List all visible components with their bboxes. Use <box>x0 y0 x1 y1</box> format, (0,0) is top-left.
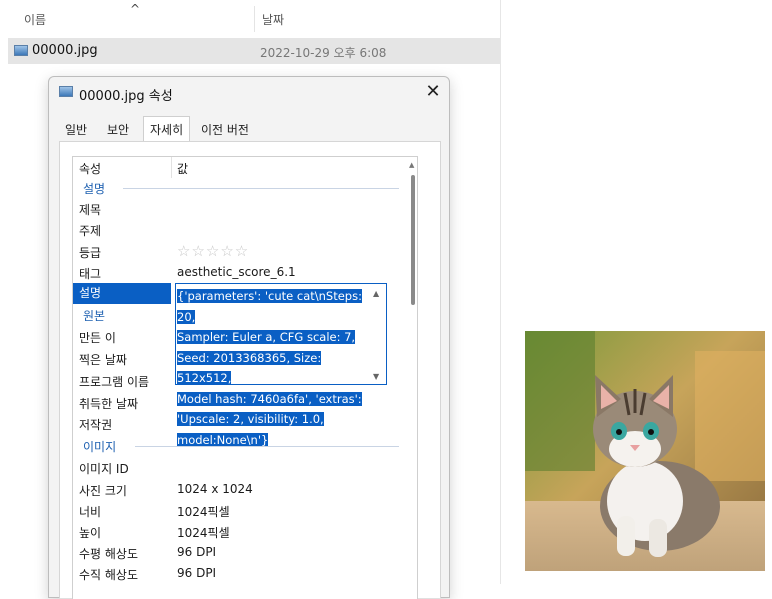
row-key: 높이 <box>79 526 102 540</box>
row-author[interactable]: 만든 이 <box>73 326 403 347</box>
row-key: 수평 해상도 <box>79 547 139 561</box>
property-column-header[interactable]: 속성 <box>79 160 101 177</box>
row-key: 프로그램 이름 <box>79 375 150 389</box>
tab-security[interactable]: 보안 <box>101 119 135 141</box>
rating-stars-icon[interactable]: ☆☆☆☆☆ <box>177 242 249 260</box>
row-title[interactable]: 제목 <box>73 198 403 219</box>
row-dimensions[interactable]: 사진 크기 1024 x 1024 <box>73 479 403 500</box>
image-file-icon <box>59 86 73 97</box>
row-key: 너비 <box>79 505 102 519</box>
file-date: 2022-10-29 오후 6:08 <box>260 46 387 60</box>
row-height[interactable]: 높이 1024픽셀 <box>73 521 403 542</box>
file-name: 00000.jpg <box>32 43 98 58</box>
properties-dialog: 00000.jpg 속성 ✕ 일반 보안 자세히 이전 버전 속성 값 설명 제… <box>48 76 450 599</box>
row-key: 설명 <box>73 283 171 304</box>
value-column-header[interactable]: 값 <box>177 160 188 177</box>
section-label: 설명 <box>83 182 106 196</box>
row-value: 96 DPI <box>177 566 217 580</box>
image-file-icon <box>14 45 28 56</box>
row-key: 제목 <box>79 203 102 217</box>
row-date-taken[interactable]: 찍은 날짜 <box>73 348 403 369</box>
row-h-resolution[interactable]: 수평 해상도 96 DPI <box>73 542 403 563</box>
close-icon: ✕ <box>425 81 441 102</box>
row-key: 만든 이 <box>79 331 116 345</box>
row-date-acquired[interactable]: 취득한 날짜 <box>73 392 403 413</box>
row-key: 저작권 <box>79 418 113 432</box>
scroll-up-icon[interactable]: ▲ <box>409 161 414 169</box>
section-divider <box>123 188 399 189</box>
row-image-id[interactable]: 이미지 ID <box>73 457 403 478</box>
close-button[interactable]: ✕ <box>421 81 445 103</box>
row-key: 취득한 날짜 <box>79 397 139 411</box>
row-key: 사진 크기 <box>79 484 127 498</box>
dialog-title: 00000.jpg 속성 <box>79 89 173 104</box>
property-list[interactable]: 속성 값 설명 제목 주제 등급 ☆☆☆☆☆ 태그 aesthetic_scor… <box>72 156 418 599</box>
section-image: 이미지 <box>73 435 403 456</box>
row-key: 태그 <box>79 267 102 281</box>
row-v-resolution[interactable]: 수직 해상도 96 DPI <box>73 563 403 584</box>
row-program[interactable]: 프로그램 이름 <box>73 370 403 391</box>
column-header: 이름 ^ 날짜 <box>0 0 500 36</box>
details-panel: 속성 값 설명 제목 주제 등급 ☆☆☆☆☆ 태그 aesthetic_scor… <box>59 141 441 599</box>
tab-previous-versions[interactable]: 이전 버전 <box>195 119 255 141</box>
tab-details[interactable]: 자세히 <box>143 116 191 143</box>
scroll-thumb[interactable] <box>411 175 415 305</box>
row-key: 등급 <box>79 246 102 260</box>
tab-general[interactable]: 일반 <box>59 119 93 141</box>
row-subject[interactable]: 주제 <box>73 219 403 240</box>
list-header: 속성 값 <box>73 157 403 178</box>
column-divider[interactable] <box>254 6 255 32</box>
row-value: aesthetic_score_6.1 <box>177 265 296 279</box>
cat-image <box>525 331 765 571</box>
row-value: 96 DPI <box>177 545 217 559</box>
column-name-header[interactable]: 이름 <box>24 11 46 28</box>
section-label: 이미지 <box>83 440 117 454</box>
section-description: 설명 <box>73 177 403 198</box>
row-tags[interactable]: 태그 aesthetic_score_6.1 <box>73 262 403 283</box>
row-value: 1024픽셀 <box>177 505 230 519</box>
row-value: 1024픽셀 <box>177 526 230 540</box>
column-divider[interactable] <box>171 157 172 178</box>
section-origin: 원본 <box>73 304 403 325</box>
section-divider <box>135 446 399 447</box>
row-key: 찍은 날짜 <box>79 353 127 367</box>
list-scrollbar[interactable]: ▲ <box>409 159 417 599</box>
scroll-up-icon[interactable]: ▲ <box>373 289 379 298</box>
row-key: 이미지 ID <box>79 462 129 476</box>
row-copyright[interactable]: 저작권 <box>73 413 403 434</box>
row-width[interactable]: 너비 1024픽셀 <box>73 500 403 521</box>
row-key: 주제 <box>79 224 102 238</box>
sort-up-icon: ^ <box>130 2 141 16</box>
dialog-titlebar[interactable]: 00000.jpg 속성 ✕ <box>49 77 449 107</box>
section-label: 원본 <box>83 309 106 323</box>
file-row[interactable]: 00000.jpg 2022-10-29 오후 6:08 <box>8 38 500 64</box>
row-rating[interactable]: 등급 ☆☆☆☆☆ <box>73 241 403 262</box>
column-date-header[interactable]: 날짜 <box>262 11 284 28</box>
row-value: 1024 x 1024 <box>177 482 253 496</box>
row-key: 수직 해상도 <box>79 568 139 582</box>
